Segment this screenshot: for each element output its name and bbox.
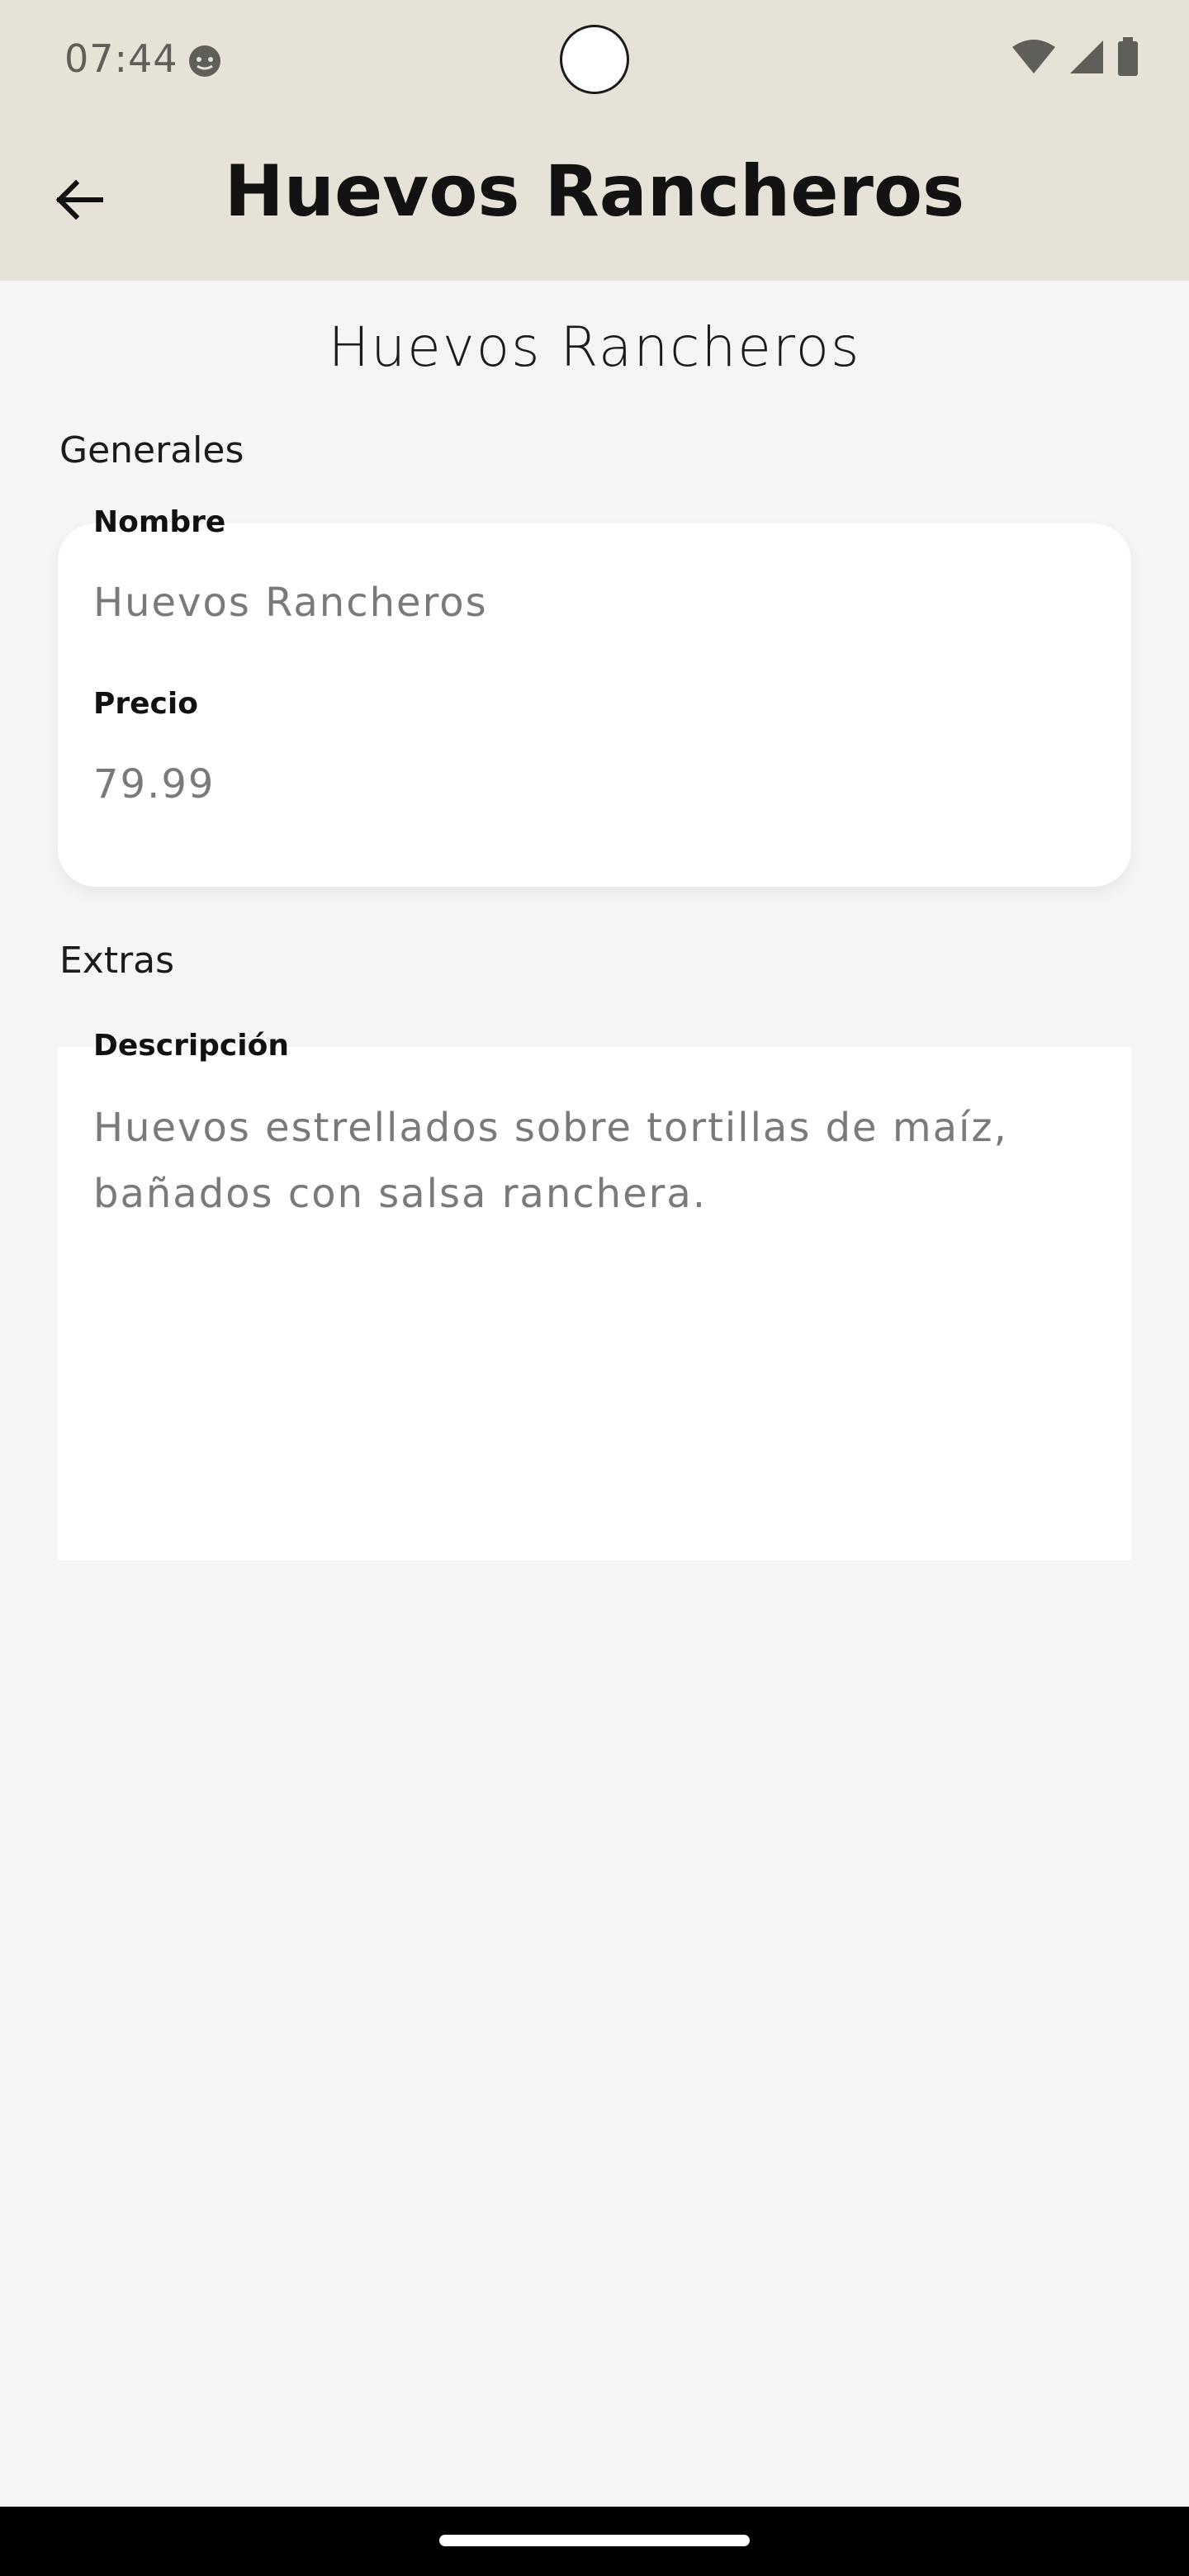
wifi-icon	[1011, 39, 1057, 78]
home-gesture-handle[interactable]	[439, 2535, 750, 2546]
face-icon	[187, 43, 223, 79]
description-line-1: Huevos estrellados sobre tortillas de ma…	[93, 1105, 1008, 1151]
camera-cutout	[560, 25, 629, 94]
name-field-label: Nombre	[93, 505, 226, 539]
description-field[interactable]: Huevos estrellados sobre tortillas de ma…	[93, 1095, 1068, 1227]
price-field-label: Precio	[93, 687, 198, 721]
status-time: 07:44	[64, 36, 178, 81]
signal-icon	[1068, 39, 1105, 78]
status-icons	[1011, 37, 1139, 80]
price-field[interactable]: 79.99	[93, 761, 215, 807]
top-app-bar: 07:44 Huevos Rancheros	[0, 0, 1189, 281]
app-bar-title: Huevos Rancheros	[224, 150, 965, 233]
name-field[interactable]: Huevos Rancheros	[93, 580, 488, 626]
description-field-label: Descripción	[93, 1029, 289, 1063]
section-label-extras: Extras	[59, 940, 175, 982]
page-title: Huevos Rancheros	[328, 315, 861, 379]
battery-icon	[1116, 37, 1139, 80]
section-label-general: Generales	[59, 429, 244, 471]
description-line-2: bañados con salsa ranchera.	[93, 1171, 708, 1217]
general-card	[58, 523, 1131, 887]
